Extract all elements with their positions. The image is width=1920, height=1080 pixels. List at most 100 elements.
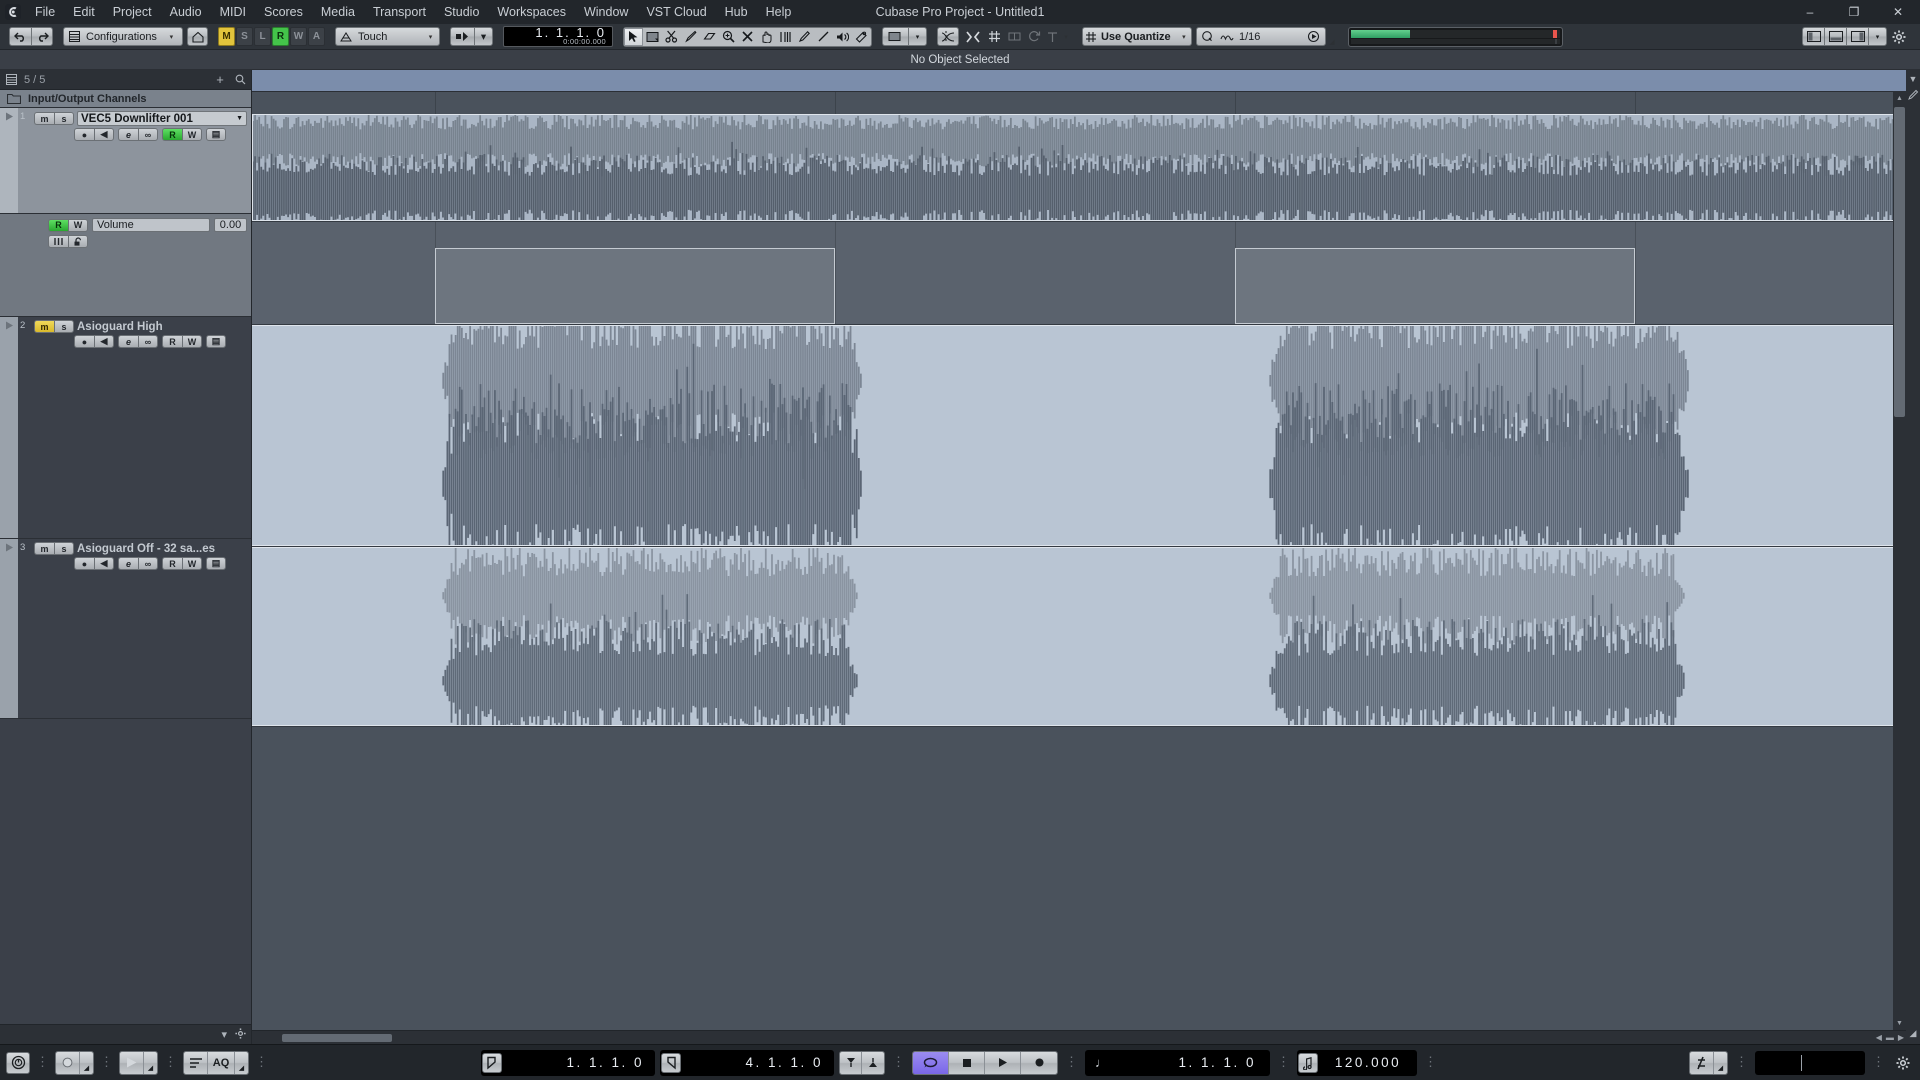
playback-mode-arrow-icon[interactable]: ◢ xyxy=(144,1051,157,1074)
quantize-apply-icon[interactable] xyxy=(1303,28,1323,45)
track-2-select-handle[interactable] xyxy=(0,317,18,538)
time-signature-arrow-icon[interactable]: ◢ xyxy=(1714,1051,1727,1074)
window-layout-arrow-icon[interactable]: ▾ xyxy=(1868,27,1887,46)
scroll-down-button[interactable]: ▼ xyxy=(1893,1017,1906,1030)
zoom-in-icon[interactable]: ▶ xyxy=(1898,1033,1904,1042)
menu-edit[interactable]: Edit xyxy=(64,0,104,24)
crossfade-button[interactable] xyxy=(937,27,959,46)
chevron-down-icon[interactable]: ▾ xyxy=(165,33,178,41)
grid-type-button[interactable] xyxy=(984,27,1004,46)
lane-empty-area[interactable] xyxy=(252,727,1906,927)
automation-write-button[interactable]: W xyxy=(68,218,88,232)
mixer-icon[interactable] xyxy=(184,1051,208,1074)
automation-value-field[interactable]: 0.00 xyxy=(214,218,247,232)
position-value[interactable]: 1. 1. 1. 0 xyxy=(1116,1050,1266,1075)
grid-preset-button[interactable] xyxy=(1004,27,1024,46)
horizontal-scroll-thumb[interactable] xyxy=(282,1034,392,1042)
track-2-mute-button[interactable]: m xyxy=(34,320,54,333)
split-tool[interactable] xyxy=(662,28,681,46)
menu-window[interactable]: Window xyxy=(575,0,637,24)
track-row-3[interactable]: 3 m s Asioguard Off - 32 sa...es ● ◀ e ∞… xyxy=(0,539,251,719)
record-mode-arrow-icon[interactable]: ◢ xyxy=(80,1051,93,1074)
track-2-solo-button[interactable]: s xyxy=(54,320,74,333)
chevron-down-icon[interactable]: ▾ xyxy=(1060,27,1072,46)
gear-icon[interactable] xyxy=(1887,27,1911,46)
track-2-link-button[interactable]: ∞ xyxy=(138,335,158,348)
list-icon[interactable] xyxy=(4,73,18,87)
nudge-button[interactable] xyxy=(450,27,474,46)
menu-audio[interactable]: Audio xyxy=(161,0,211,24)
automation-mode-combo[interactable]: Touch ▾ xyxy=(335,27,440,46)
play-button[interactable] xyxy=(985,1051,1021,1074)
snap-on-off-button[interactable] xyxy=(962,27,984,46)
playback-mode-button[interactable] xyxy=(120,1051,144,1074)
color-tool[interactable] xyxy=(852,28,871,46)
left-locator-icon[interactable] xyxy=(482,1052,502,1073)
time-signature-icon[interactable] xyxy=(1690,1051,1714,1074)
play-tool[interactable] xyxy=(833,28,852,46)
automation-parameter-field[interactable]: Volume xyxy=(92,218,210,232)
track-3-record-enable-button[interactable]: ● xyxy=(74,557,94,570)
quantize-preset-combo[interactable]: Use Quantize ▾ xyxy=(1082,27,1192,46)
track-1-read-automation-button[interactable]: R xyxy=(162,128,182,141)
configurations-combo[interactable]: Configurations ▾ xyxy=(63,27,183,46)
maximize-button[interactable]: ❐ xyxy=(1832,0,1876,24)
line-tool[interactable] xyxy=(814,28,833,46)
menu-scores[interactable]: Scores xyxy=(255,0,312,24)
auto-quantize-arrow-icon[interactable]: ◢ xyxy=(235,1051,248,1074)
autoscroll-button[interactable] xyxy=(882,27,908,46)
chevron-down-icon[interactable]: ▾ xyxy=(1179,33,1189,41)
track-1-name-field[interactable]: VEC5 Downlifter 001 ▼ xyxy=(77,111,247,126)
folder-row-io-channels[interactable]: Input/Output Channels xyxy=(0,90,251,108)
cycle-range-band[interactable] xyxy=(252,70,1906,91)
track-1-solo-button[interactable]: s xyxy=(54,112,74,125)
track-1-record-enable-button[interactable]: ● xyxy=(74,128,94,141)
lane-track-3[interactable] xyxy=(252,547,1906,727)
quantize-resize-handle[interactable]: ◢ xyxy=(1326,27,1338,46)
track-2-edit-channel-button[interactable]: e xyxy=(118,335,138,348)
track-1-monitor-button[interactable]: ◀ xyxy=(94,128,114,141)
zoom-tool[interactable] xyxy=(719,28,738,46)
track-2-monitor-button[interactable]: ◀ xyxy=(94,335,114,348)
timeline-ruler[interactable]: 2 . 3 xyxy=(252,70,1906,92)
track-3-link-button[interactable]: ∞ xyxy=(138,557,158,570)
track-2-record-enable-button[interactable]: ● xyxy=(74,335,94,348)
menu-project[interactable]: Project xyxy=(104,0,161,24)
transport-activity-display[interactable] xyxy=(1755,1050,1865,1075)
audio-clip-1[interactable] xyxy=(252,114,1906,221)
menu-media[interactable]: Media xyxy=(312,0,364,24)
cycle-button[interactable] xyxy=(913,1051,949,1074)
track-3-mute-button[interactable]: m xyxy=(34,542,54,555)
automation-read-button[interactable]: R xyxy=(48,218,68,232)
add-track-button[interactable]: + xyxy=(213,72,227,87)
zoom-slider-icon[interactable]: ▬ xyxy=(1886,1033,1894,1042)
stop-button[interactable] xyxy=(949,1051,985,1074)
show-left-zone-button[interactable] xyxy=(1802,27,1824,46)
record-button[interactable] xyxy=(1021,1051,1057,1074)
lane-automation-volume[interactable] xyxy=(252,222,1906,325)
time-warp-tool[interactable] xyxy=(776,28,795,46)
gear-icon[interactable] xyxy=(1892,1053,1914,1072)
show-right-zone-button[interactable] xyxy=(1846,27,1868,46)
redo-icon[interactable] xyxy=(31,27,53,46)
track-1-write-automation-button[interactable]: W xyxy=(182,128,202,141)
vertical-scrollbar[interactable]: ▲ ▼ xyxy=(1893,92,1906,1030)
automation-block-2[interactable] xyxy=(1235,248,1635,324)
track-2-lanes-button[interactable]: ▤ xyxy=(206,335,226,348)
quantize-anchor-button[interactable] xyxy=(1044,27,1060,46)
show-lower-zone-button[interactable] xyxy=(1824,27,1846,46)
audio-clip-3[interactable] xyxy=(252,547,1906,726)
all-automation-button[interactable]: A xyxy=(308,27,325,46)
menu-vst-cloud[interactable]: VST Cloud xyxy=(637,0,715,24)
glue-tool[interactable] xyxy=(681,28,700,46)
menu-midi[interactable]: MIDI xyxy=(211,0,255,24)
auto-quantize-button[interactable]: AQ xyxy=(208,1051,235,1074)
menu-help[interactable]: Help xyxy=(757,0,801,24)
right-locator-icon[interactable] xyxy=(661,1052,681,1073)
menu-transport[interactable]: Transport xyxy=(364,0,435,24)
track-row-1[interactable]: 1 m s VEC5 Downlifter 001 ▼ ● ◀ e ∞ R W … xyxy=(0,108,251,214)
automation-fader-button[interactable] xyxy=(48,235,68,248)
automation-block-1[interactable] xyxy=(435,248,835,324)
lane-track-2[interactable] xyxy=(252,325,1906,547)
tempo-value[interactable]: 120.000 xyxy=(1320,1050,1416,1075)
